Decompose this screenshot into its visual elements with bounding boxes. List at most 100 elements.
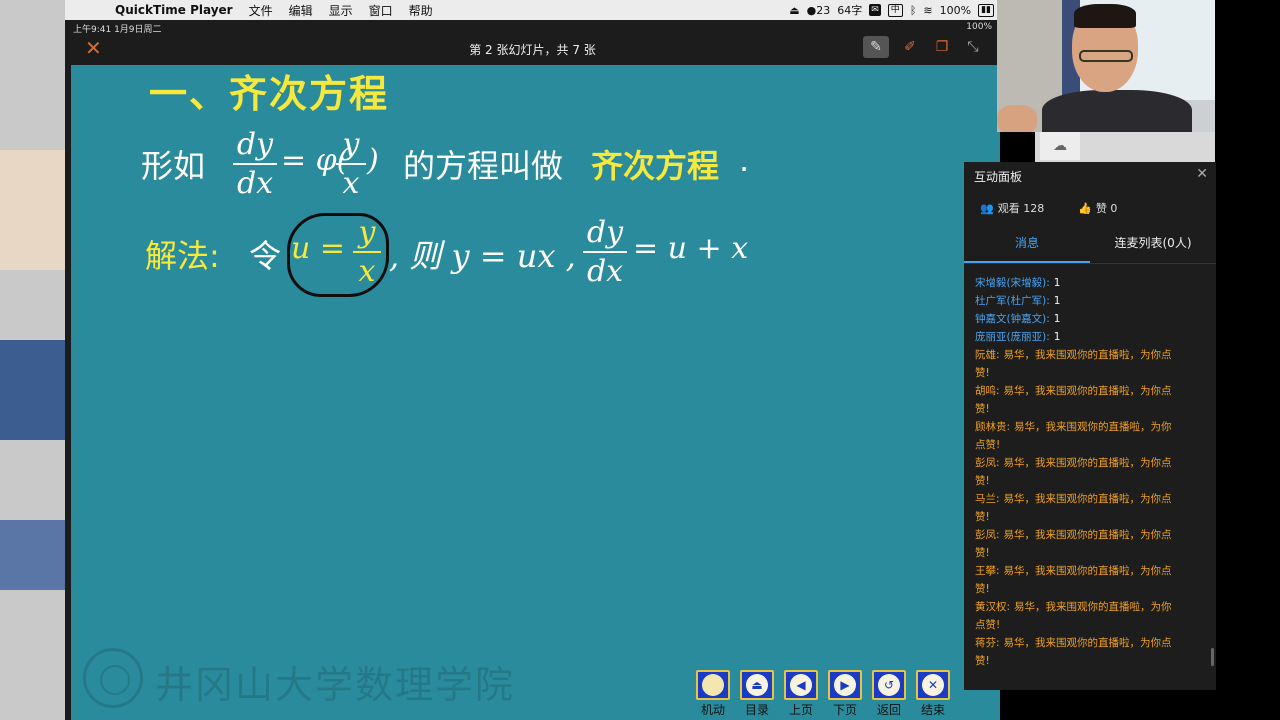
desktop-block	[0, 520, 65, 590]
likes-stat[interactable]: 👍 赞 0	[1078, 200, 1117, 216]
message-list: 宋增毅(宋增毅): 1 杜广军(杜广军): 1 钟嘉文(钟嘉文): 1 庞丽亚(庞丽亚): 1…	[975, 274, 1175, 670]
app-menu[interactable]: QuickTime Player	[115, 3, 233, 17]
message-author: 马兰:	[975, 493, 1000, 505]
message-author: 彭凤:	[975, 529, 1000, 541]
bluetooth-icon[interactable]: ᛒ	[910, 4, 917, 17]
eraser-icon[interactable]: ✐	[897, 36, 923, 58]
close-paren: )	[367, 143, 379, 178]
likes-count: 赞 0	[1095, 202, 1118, 215]
let-word: 令	[249, 237, 282, 275]
screen: QuickTime Player 文件 编辑 显示 窗口 帮助 ⏏ ●23 64…	[0, 0, 1280, 720]
message-text: 易华，我来围观你的直播啦，为你点赞!	[975, 349, 1172, 379]
battery-text: 100%	[939, 3, 972, 17]
fraction-y-x: y x	[336, 127, 366, 201]
panel-title: 互动面板	[974, 170, 1023, 184]
wechat-icon[interactable]: ✉	[869, 4, 881, 16]
message-author: 顾林贵:	[975, 421, 1011, 433]
list-item: 钟嘉文(钟嘉文): 1	[975, 310, 1175, 328]
equation-tail: = u + x	[633, 231, 749, 266]
status-area: ⏏ ●23 64字 ✉ 中 ᛒ ≋ 100% ▮▮	[789, 2, 1000, 18]
fraction-bar	[233, 163, 277, 165]
nav-return-button[interactable]: ↺ 返回	[870, 670, 908, 720]
camera-person-hair	[1074, 4, 1136, 28]
viewers-stat: 👥 观看 128	[980, 200, 1044, 216]
list-item: 蒋芬: 易华，我来围观你的直播啦，为你点赞!	[975, 634, 1175, 670]
window-icon[interactable]: ❐	[929, 36, 955, 58]
message-author: 蒋芬:	[975, 637, 1000, 649]
message-author: 黄汉权:	[975, 601, 1011, 613]
message-text: 易华，我来围观你的直播啦，为你点赞!	[975, 565, 1172, 595]
fraction-numerator: dy	[236, 127, 274, 162]
message-text: 易华，我来围观你的直播啦，为你点赞!	[975, 385, 1172, 415]
slide-content: 一、齐次方程 形如 dy dx = φ( y x ) 的方程叫做 齐次方程 . …	[71, 65, 1000, 720]
message-text: 易华，我来围观你的直播啦，为你点赞!	[975, 637, 1172, 667]
fraction-bar	[353, 251, 381, 253]
list-item: 黄汉权: 易华，我来围观你的直播啦，为你点赞!	[975, 598, 1175, 634]
message-text: 易华，我来围观你的直播啦，为你点赞!	[975, 493, 1172, 523]
eject-icon: ⏏	[740, 670, 774, 700]
wifi-icon[interactable]: ≋	[923, 4, 932, 17]
list-item: 顾林贵: 易华，我来围观你的直播啦，为你点赞!	[975, 418, 1175, 454]
message-author: 阮雄:	[975, 349, 1000, 361]
close-icon[interactable]: ✕	[1196, 166, 1208, 182]
list-item: 彭凤: 易华，我来围观你的直播啦，为你点赞!	[975, 526, 1175, 562]
pen-icon[interactable]: ✎	[863, 36, 889, 58]
fraction-numerator: y	[342, 127, 360, 162]
fraction-numerator: y	[358, 215, 376, 250]
menu-edit[interactable]: 编辑	[289, 2, 313, 19]
notification-icon[interactable]: ●23	[807, 4, 831, 17]
menu-file[interactable]: 文件	[249, 2, 273, 19]
nav-label: 下页	[832, 703, 857, 717]
line1-dot: .	[739, 141, 750, 179]
message-text: 易华，我来围观你的直播啦，为你点赞!	[975, 457, 1172, 487]
panel-tabs: 消息 连麦列表(0人)	[964, 230, 1216, 264]
message-text: 1	[1053, 313, 1061, 325]
message-author: 胡鸣:	[975, 385, 1000, 397]
line1-middle: 的方程叫做	[403, 147, 564, 185]
return-icon: ↺	[872, 670, 906, 700]
fraction-bar	[336, 163, 366, 165]
desktop-block	[0, 340, 65, 440]
ipad-battery: 100%	[966, 22, 992, 32]
thumbs-up-icon: 👍	[1078, 202, 1092, 215]
tab-mic-list[interactable]: 连麦列表(0人)	[1090, 230, 1216, 263]
fraction-dy-dx-2: dy dx	[583, 215, 627, 289]
nav-prev-button[interactable]: ◀ 上页	[782, 670, 820, 720]
desktop-background-left	[0, 0, 65, 720]
fraction-denominator: dx	[236, 166, 274, 201]
nav-contents-button[interactable]: ⏏ 目录	[738, 670, 776, 720]
battery-icon[interactable]: ▮▮	[978, 3, 994, 17]
list-item: 王攀: 易华，我来围观你的直播啦，为你点赞!	[975, 562, 1175, 598]
menu-help[interactable]: 帮助	[409, 2, 433, 19]
message-author: 宋增毅(宋增毅):	[975, 277, 1050, 289]
ipad-time: 上午9:41 1月9日周二	[73, 25, 162, 35]
desktop-block	[0, 150, 65, 270]
ime-indicator[interactable]: 64字	[837, 2, 862, 18]
ipad-status-bar: 上午9:41 1月9日周二 100%	[65, 20, 1000, 35]
message-author: 彭凤:	[975, 457, 1000, 469]
cloud-upload-icon[interactable]: ☁	[1040, 132, 1080, 160]
fraction-denominator: x	[358, 254, 376, 289]
ime-mode-badge[interactable]: 中	[887, 3, 903, 17]
fraction-dy-dx: dy dx	[233, 127, 277, 201]
notification-count: 23	[816, 3, 831, 17]
scrollbar[interactable]	[1211, 648, 1214, 666]
airplay-icon[interactable]: ⏏	[789, 4, 799, 17]
fraction-denominator: x	[342, 166, 360, 201]
then-expression: , 则 y = ux ,	[389, 237, 576, 275]
slide-count: 第 2 张幻灯片，共 7 张	[469, 43, 596, 57]
shrink-icon[interactable]: ⤡	[960, 36, 986, 58]
nav-end-button[interactable]: ✕ 结束	[914, 670, 952, 720]
slide-toolbar: ✕ 第 2 张幻灯片，共 7 张 ✎ ✐ ❐ ⤡	[65, 34, 1000, 64]
menu-view[interactable]: 显示	[329, 2, 353, 19]
slide-title: 一、齐次方程	[149, 72, 390, 116]
menu-window[interactable]: 窗口	[369, 2, 393, 19]
camera-person-body	[1042, 90, 1192, 132]
list-item: 胡鸣: 易华，我来围观你的直播啦，为你点赞!	[975, 382, 1175, 418]
fraction-bar	[583, 251, 627, 253]
tab-messages[interactable]: 消息	[964, 230, 1090, 263]
fraction-denominator: dx	[586, 254, 624, 289]
message-author: 庞丽亚(庞丽亚):	[975, 331, 1050, 343]
nav-jidong-button[interactable]: 机动	[694, 670, 732, 720]
nav-next-button[interactable]: ▶ 下页	[826, 670, 864, 720]
